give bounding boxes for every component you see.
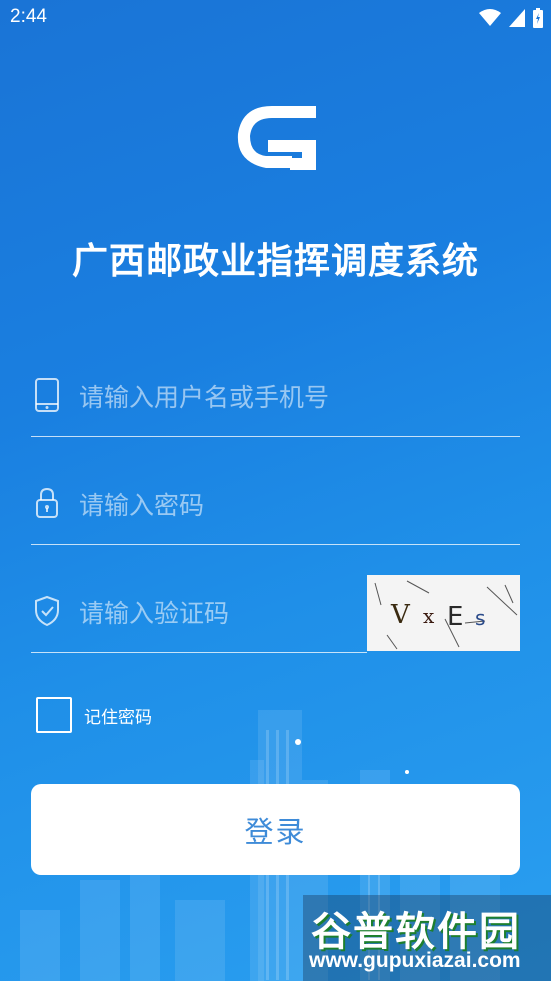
status-time: 2:44 <box>10 6 47 27</box>
captcha-image[interactable]: V x E s <box>367 575 520 651</box>
username-field <box>31 356 520 437</box>
login-button[interactable]: 登录 <box>31 784 520 875</box>
svg-text:E: E <box>447 602 463 632</box>
watermark-url: www.gupuxiazai.com <box>309 949 521 972</box>
status-bar: 2:44 <box>0 0 551 38</box>
gz-logo-icon <box>237 106 316 170</box>
username-input[interactable] <box>77 376 501 418</box>
battery-icon <box>533 8 543 28</box>
remember-password[interactable]: 记住密码 <box>36 697 152 733</box>
lock-icon <box>36 487 58 518</box>
watermark: 谷普软件园 www.gupuxiazai.com <box>303 895 551 981</box>
cellular-icon <box>509 9 525 27</box>
svg-text:x: x <box>423 604 435 628</box>
app-title: 广西邮政业指挥调度系统 <box>71 241 479 282</box>
password-input[interactable] <box>77 484 501 526</box>
svg-text:V: V <box>390 600 411 630</box>
svg-text:s: s <box>475 606 485 630</box>
password-field <box>31 464 520 545</box>
wifi-icon <box>479 9 501 26</box>
status-icons <box>479 8 543 28</box>
captcha-field <box>31 572 367 653</box>
shield-check-icon <box>35 595 59 627</box>
remember-label: 记住密码 <box>84 707 152 728</box>
remember-checkbox[interactable] <box>36 697 72 733</box>
captcha-input[interactable] <box>77 592 361 634</box>
phone-icon <box>35 378 59 412</box>
